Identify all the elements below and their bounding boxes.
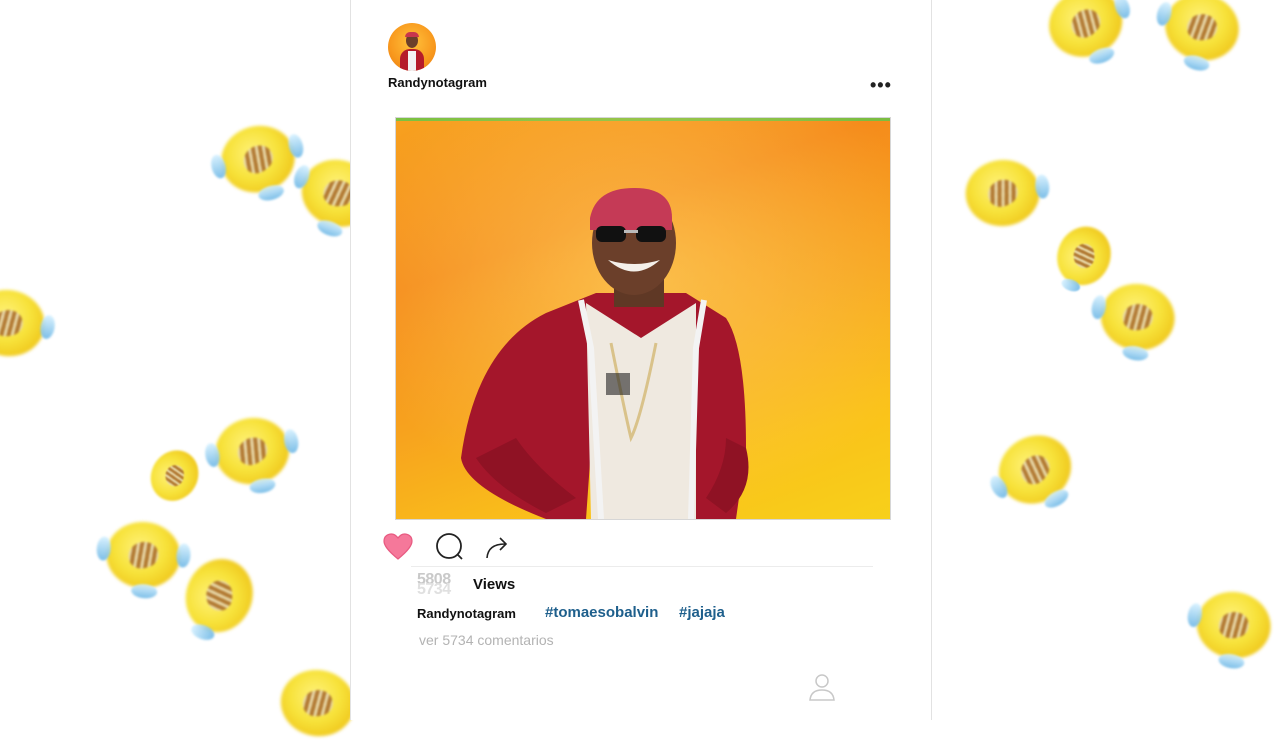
laughing-emoji-icon (986, 422, 1087, 523)
post-actions (383, 533, 533, 563)
post-username[interactable]: Randynotagram (388, 75, 487, 90)
laughing-emoji-icon (0, 284, 57, 370)
laughing-emoji-icon (208, 117, 306, 209)
avatar[interactable] (388, 23, 436, 71)
laughing-emoji-icon (141, 441, 213, 513)
laughing-emoji-icon (175, 549, 271, 645)
post-card: Randynotagram ••• 5808 5734 Views Randyn… (350, 0, 932, 720)
views-count: 5808 5734 (417, 571, 451, 598)
profile-icon[interactable] (807, 672, 837, 702)
laughing-emoji-icon (1089, 278, 1180, 364)
comment-icon[interactable] (434, 533, 464, 561)
more-icon[interactable]: ••• (870, 76, 894, 94)
laughing-emoji-icon (1154, 0, 1247, 76)
laughing-emoji-icon (203, 412, 301, 498)
laughing-emoji-icon (962, 156, 1051, 237)
hashtag-link[interactable]: #tomaesobalvin (545, 604, 658, 621)
views-label: Views (473, 576, 516, 593)
hashtag-link[interactable]: #jajaja (679, 604, 725, 621)
post-video[interactable] (395, 117, 891, 520)
views-count-ghost: 5734 (417, 581, 451, 598)
caption-username[interactable]: Randynotagram (417, 606, 516, 621)
view-comments-link[interactable]: ver 5734 comentarios (419, 632, 554, 648)
laughing-emoji-icon (1039, 0, 1135, 74)
laughing-emoji-icon (1185, 586, 1276, 672)
laughing-emoji-icon (274, 664, 360, 750)
heart-icon[interactable] (383, 533, 413, 561)
share-icon[interactable] (483, 533, 513, 561)
divider (411, 566, 873, 567)
laughing-emoji-icon (95, 518, 192, 600)
person-dancing-image (396, 118, 890, 519)
